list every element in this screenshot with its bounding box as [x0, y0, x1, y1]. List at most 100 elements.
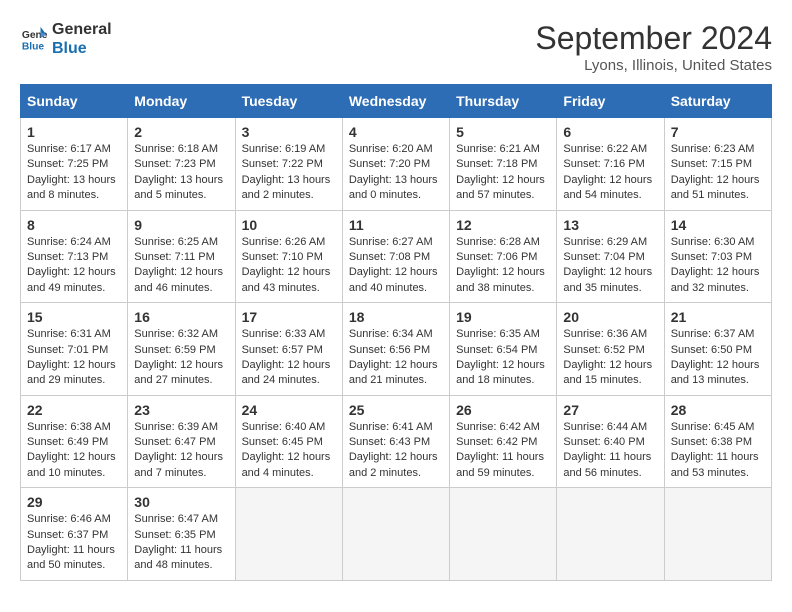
month-title: September 2024 — [535, 20, 772, 57]
day-number: 27 — [563, 402, 657, 418]
logo: General Blue General Blue — [20, 20, 112, 58]
calendar-cell: 2 Sunrise: 6:18 AMSunset: 7:23 PMDayligh… — [128, 118, 235, 211]
cell-text: Sunrise: 6:46 AMSunset: 6:37 PMDaylight:… — [27, 513, 115, 571]
cell-text: Sunrise: 6:45 AMSunset: 6:38 PMDaylight:… — [671, 421, 759, 479]
calendar-cell: 24 Sunrise: 6:40 AMSunset: 6:45 PMDaylig… — [235, 395, 342, 488]
calendar-cell: 1 Sunrise: 6:17 AMSunset: 7:25 PMDayligh… — [21, 118, 128, 211]
header-saturday: Saturday — [664, 85, 771, 118]
day-number: 3 — [242, 124, 336, 140]
cell-text: Sunrise: 6:31 AMSunset: 7:01 PMDaylight:… — [27, 328, 116, 386]
calendar-cell: 8 Sunrise: 6:24 AMSunset: 7:13 PMDayligh… — [21, 210, 128, 303]
cell-text: Sunrise: 6:37 AMSunset: 6:50 PMDaylight:… — [671, 328, 760, 386]
day-number: 15 — [27, 309, 121, 325]
header-sunday: Sunday — [21, 85, 128, 118]
day-number: 9 — [134, 217, 228, 233]
cell-text: Sunrise: 6:35 AMSunset: 6:54 PMDaylight:… — [456, 328, 545, 386]
calendar-cell: 15 Sunrise: 6:31 AMSunset: 7:01 PMDaylig… — [21, 303, 128, 396]
header-friday: Friday — [557, 85, 664, 118]
calendar-row: 29 Sunrise: 6:46 AMSunset: 6:37 PMDaylig… — [21, 488, 772, 581]
day-number: 17 — [242, 309, 336, 325]
calendar-row: 1 Sunrise: 6:17 AMSunset: 7:25 PMDayligh… — [21, 118, 772, 211]
cell-text: Sunrise: 6:29 AMSunset: 7:04 PMDaylight:… — [563, 236, 652, 294]
calendar-cell — [342, 488, 449, 581]
calendar-cell: 26 Sunrise: 6:42 AMSunset: 6:42 PMDaylig… — [450, 395, 557, 488]
cell-text: Sunrise: 6:28 AMSunset: 7:06 PMDaylight:… — [456, 236, 545, 294]
calendar-cell: 29 Sunrise: 6:46 AMSunset: 6:37 PMDaylig… — [21, 488, 128, 581]
page-header: General Blue General Blue September 2024… — [20, 20, 772, 74]
calendar-cell: 9 Sunrise: 6:25 AMSunset: 7:11 PMDayligh… — [128, 210, 235, 303]
calendar-cell: 17 Sunrise: 6:33 AMSunset: 6:57 PMDaylig… — [235, 303, 342, 396]
day-number: 26 — [456, 402, 550, 418]
day-number: 30 — [134, 494, 228, 510]
cell-text: Sunrise: 6:25 AMSunset: 7:11 PMDaylight:… — [134, 236, 223, 294]
calendar-cell: 16 Sunrise: 6:32 AMSunset: 6:59 PMDaylig… — [128, 303, 235, 396]
calendar-cell: 11 Sunrise: 6:27 AMSunset: 7:08 PMDaylig… — [342, 210, 449, 303]
calendar-cell — [664, 488, 771, 581]
calendar-cell: 30 Sunrise: 6:47 AMSunset: 6:35 PMDaylig… — [128, 488, 235, 581]
calendar-cell — [557, 488, 664, 581]
calendar-cell: 27 Sunrise: 6:44 AMSunset: 6:40 PMDaylig… — [557, 395, 664, 488]
day-number: 25 — [349, 402, 443, 418]
day-number: 1 — [27, 124, 121, 140]
cell-text: Sunrise: 6:20 AMSunset: 7:20 PMDaylight:… — [349, 143, 438, 201]
logo-icon: General Blue — [20, 25, 48, 53]
calendar-title-area: September 2024 Lyons, Illinois, United S… — [535, 20, 772, 74]
cell-text: Sunrise: 6:33 AMSunset: 6:57 PMDaylight:… — [242, 328, 331, 386]
logo-blue: Blue — [52, 39, 112, 58]
calendar-cell: 4 Sunrise: 6:20 AMSunset: 7:20 PMDayligh… — [342, 118, 449, 211]
calendar-cell: 5 Sunrise: 6:21 AMSunset: 7:18 PMDayligh… — [450, 118, 557, 211]
day-number: 22 — [27, 402, 121, 418]
day-number: 7 — [671, 124, 765, 140]
day-number: 16 — [134, 309, 228, 325]
cell-text: Sunrise: 6:23 AMSunset: 7:15 PMDaylight:… — [671, 143, 760, 201]
cell-text: Sunrise: 6:22 AMSunset: 7:16 PMDaylight:… — [563, 143, 652, 201]
header-wednesday: Wednesday — [342, 85, 449, 118]
header-tuesday: Tuesday — [235, 85, 342, 118]
location-title: Lyons, Illinois, United States — [535, 57, 772, 74]
calendar-cell: 22 Sunrise: 6:38 AMSunset: 6:49 PMDaylig… — [21, 395, 128, 488]
cell-text: Sunrise: 6:21 AMSunset: 7:18 PMDaylight:… — [456, 143, 545, 201]
day-number: 14 — [671, 217, 765, 233]
day-number: 19 — [456, 309, 550, 325]
calendar-table: Sunday Monday Tuesday Wednesday Thursday… — [20, 84, 772, 581]
day-number: 23 — [134, 402, 228, 418]
day-number: 21 — [671, 309, 765, 325]
day-number: 29 — [27, 494, 121, 510]
calendar-cell: 25 Sunrise: 6:41 AMSunset: 6:43 PMDaylig… — [342, 395, 449, 488]
day-number: 4 — [349, 124, 443, 140]
calendar-cell: 13 Sunrise: 6:29 AMSunset: 7:04 PMDaylig… — [557, 210, 664, 303]
logo-general: General — [52, 20, 112, 39]
cell-text: Sunrise: 6:47 AMSunset: 6:35 PMDaylight:… — [134, 513, 222, 571]
day-number: 2 — [134, 124, 228, 140]
calendar-cell: 12 Sunrise: 6:28 AMSunset: 7:06 PMDaylig… — [450, 210, 557, 303]
day-number: 24 — [242, 402, 336, 418]
calendar-cell: 10 Sunrise: 6:26 AMSunset: 7:10 PMDaylig… — [235, 210, 342, 303]
day-number: 5 — [456, 124, 550, 140]
calendar-cell: 20 Sunrise: 6:36 AMSunset: 6:52 PMDaylig… — [557, 303, 664, 396]
calendar-cell: 6 Sunrise: 6:22 AMSunset: 7:16 PMDayligh… — [557, 118, 664, 211]
cell-text: Sunrise: 6:26 AMSunset: 7:10 PMDaylight:… — [242, 236, 331, 294]
cell-text: Sunrise: 6:42 AMSunset: 6:42 PMDaylight:… — [456, 421, 544, 479]
day-number: 18 — [349, 309, 443, 325]
cell-text: Sunrise: 6:39 AMSunset: 6:47 PMDaylight:… — [134, 421, 223, 479]
day-number: 6 — [563, 124, 657, 140]
cell-text: Sunrise: 6:18 AMSunset: 7:23 PMDaylight:… — [134, 143, 223, 201]
svg-text:Blue: Blue — [22, 41, 45, 52]
cell-text: Sunrise: 6:41 AMSunset: 6:43 PMDaylight:… — [349, 421, 438, 479]
cell-text: Sunrise: 6:17 AMSunset: 7:25 PMDaylight:… — [27, 143, 116, 201]
cell-text: Sunrise: 6:34 AMSunset: 6:56 PMDaylight:… — [349, 328, 438, 386]
cell-text: Sunrise: 6:40 AMSunset: 6:45 PMDaylight:… — [242, 421, 331, 479]
calendar-cell: 3 Sunrise: 6:19 AMSunset: 7:22 PMDayligh… — [235, 118, 342, 211]
day-number: 10 — [242, 217, 336, 233]
calendar-cell: 28 Sunrise: 6:45 AMSunset: 6:38 PMDaylig… — [664, 395, 771, 488]
header-monday: Monday — [128, 85, 235, 118]
day-number: 11 — [349, 217, 443, 233]
cell-text: Sunrise: 6:38 AMSunset: 6:49 PMDaylight:… — [27, 421, 116, 479]
day-number: 28 — [671, 402, 765, 418]
calendar-row: 15 Sunrise: 6:31 AMSunset: 7:01 PMDaylig… — [21, 303, 772, 396]
calendar-row: 8 Sunrise: 6:24 AMSunset: 7:13 PMDayligh… — [21, 210, 772, 303]
cell-text: Sunrise: 6:30 AMSunset: 7:03 PMDaylight:… — [671, 236, 760, 294]
day-number: 20 — [563, 309, 657, 325]
calendar-cell — [235, 488, 342, 581]
cell-text: Sunrise: 6:44 AMSunset: 6:40 PMDaylight:… — [563, 421, 651, 479]
